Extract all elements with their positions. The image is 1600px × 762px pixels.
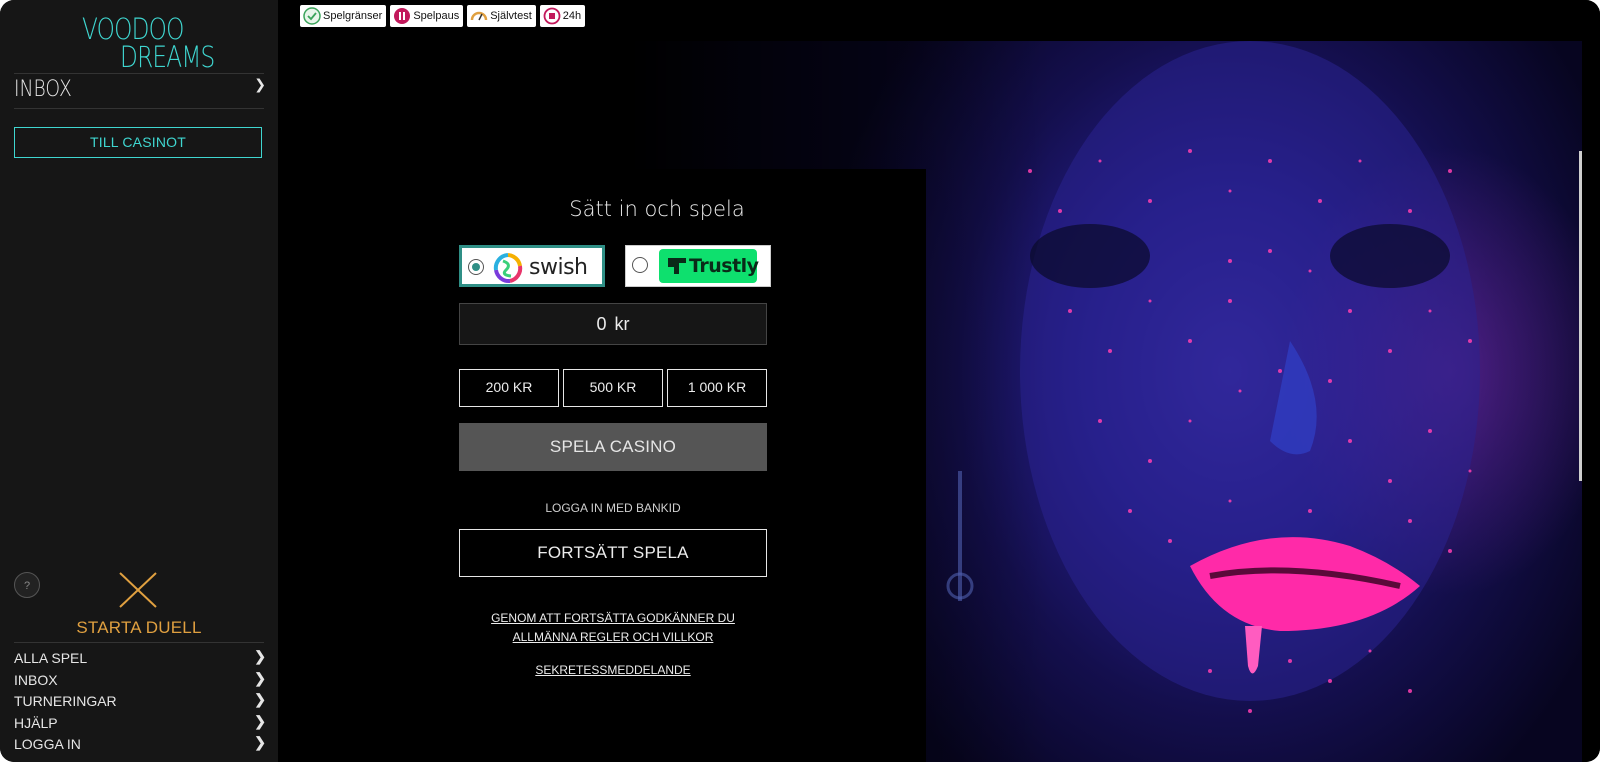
stop-icon [543,7,561,25]
terms-line-2: ALLMÄNNA REGLER OCH VILLKOR [512,630,714,644]
logo-line-2: DREAMS [120,40,215,74]
sidebar: VOODOO DREAMS INBOX ❯ TILL CASINOT ? STA… [0,0,278,762]
sjalvtest-label: Självtest [490,10,532,22]
amount-500-button[interactable]: 500 KR [563,369,663,407]
app-window: VOODOO DREAMS INBOX ❯ TILL CASINOT ? STA… [0,0,1600,762]
pause-icon [394,8,411,24]
spelpaus-label: Spelpaus [413,10,460,22]
sidebar-item-label: LOGGA IN [14,736,81,752]
start-duel-label[interactable]: STARTA DUELL [20,618,258,638]
radio-unselected[interactable] [632,257,648,273]
sidebar-menu: ALLA SPEL ❯ INBOX ❯ TURNERINGAR ❯ HJÄLP … [14,648,266,756]
gauge-icon [470,11,488,21]
payment-option-trustly[interactable]: Trustly [625,245,771,287]
divider [14,642,264,643]
amount-input[interactable]: 0 kr [459,303,767,345]
chevron-right-icon: ❯ [254,691,266,707]
payment-option-swish[interactable]: swish [459,245,605,287]
divider [14,73,264,74]
sidebar-item-hjalp[interactable]: HJÄLP ❯ [14,713,266,735]
crossed-swords-icon[interactable] [118,571,158,609]
amount-1000-button[interactable]: 1 000 KR [667,369,767,407]
sidebar-item-label: TURNERINGAR [14,693,117,709]
trustly-label: Trustly [689,255,759,277]
till-casinot-button[interactable]: TILL CASINOT [14,127,262,158]
terms-link[interactable]: GENOM ATT FORTSÄTTA GODKÄNNER DU ALLMÄNN… [429,609,797,647]
chevron-right-icon: ❯ [254,712,266,729]
trustly-logo: Trustly [659,249,759,283]
panel-title: Sätt in och spela [569,197,745,221]
sidebar-inbox-header[interactable]: INBOX ❯ [14,77,266,107]
sjalvtest-button[interactable]: Självtest [467,5,536,27]
radio-selected[interactable] [468,259,484,275]
quick-amounts: 200 KR 500 KR 1 000 KR [459,369,767,407]
trustly-icon [668,258,686,274]
limits-icon [303,7,321,25]
scrollbar[interactable] [1579,151,1582,481]
bankid-label: LOGGA IN MED BANKID [545,501,681,515]
swish-icon [493,253,523,284]
swish-label: swish [529,255,588,280]
currency-label: kr [614,314,630,334]
spelpaus-button[interactable]: Spelpaus [390,5,464,27]
amount-200-button[interactable]: 200 KR [459,369,559,407]
sidebar-item-label: ALLA SPEL [14,650,88,666]
sidebar-item-label: INBOX [14,671,58,688]
24h-label: 24h [562,10,582,22]
sidebar-item-turneringar[interactable]: TURNERINGAR ❯ [14,691,266,713]
sidebar-item-alla-spel[interactable]: ALLA SPEL ❯ [14,648,266,670]
responsible-gaming-bar: Spelgränser Spelpaus Självtest 24h [300,5,586,27]
24h-button[interactable]: 24h [539,5,586,27]
chevron-right-icon: ❯ [254,77,266,93]
spelgranser-button[interactable]: Spelgränser [300,5,387,27]
deposit-panel: Sätt in och spela swish Trustly 0 kr 200… [388,169,926,762]
inbox-label: INBOX [14,77,72,102]
sidebar-item-inbox[interactable]: INBOX ❯ [14,670,266,692]
divider [14,108,264,109]
chevron-right-icon: ❯ [254,734,266,750]
sidebar-item-label: HJÄLP [14,714,58,731]
spelgranser-label: Spelgränser [323,10,383,22]
terms-line-1: GENOM ATT FORTSÄTTA GODKÄNNER DU [491,611,735,625]
chevron-right-icon: ❯ [254,648,266,664]
brand-logo[interactable]: VOODOO DREAMS [82,12,215,74]
amount-value: 0 [596,314,607,334]
chevron-right-icon: ❯ [254,669,266,686]
privacy-link[interactable]: SEKRETESSMEDDELANDE [459,663,767,677]
main-content: Sätt in och spela swish Trustly 0 kr 200… [278,0,1600,762]
sidebar-item-logga-in[interactable]: LOGGA IN ❯ [14,734,266,756]
continue-playing-button[interactable]: FORTSÄTT SPELA [459,529,767,577]
help-icon[interactable]: ? [14,572,40,598]
play-casino-button[interactable]: SPELA CASINO [459,423,767,471]
